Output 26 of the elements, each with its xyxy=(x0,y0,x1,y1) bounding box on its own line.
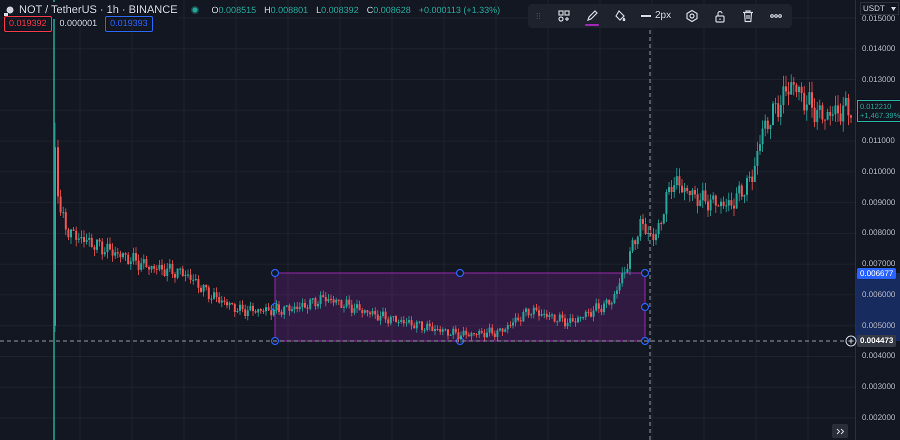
change-value: +0.000113 (+1.33%) xyxy=(418,4,500,17)
price-label: 0.004000 xyxy=(862,351,896,362)
spread-value: 0.000001 xyxy=(60,17,98,30)
price-label: 0.011000 xyxy=(862,136,895,146)
ohlc-value: C0.008628 xyxy=(366,4,411,16)
price-label: 0.009000 xyxy=(862,198,896,208)
price-label: 0.002000 xyxy=(862,413,896,423)
price-tag: 0.006677 xyxy=(857,268,896,279)
buy-price[interactable]: 0.019393 xyxy=(105,16,153,32)
symbol-title: NOT / TetherUS · 1h · BINANCE xyxy=(19,2,178,18)
ohlc-value: L0.008392 xyxy=(316,4,359,16)
ohlc-value: H0.008801 xyxy=(264,4,308,16)
crosshair-price-tag: 0.004473 xyxy=(857,335,896,347)
price-label: 0.015000 xyxy=(862,14,896,24)
price-label: 0.014000 xyxy=(862,44,896,54)
price-label: 0.003000 xyxy=(862,382,896,392)
price-label: 0.010000 xyxy=(862,166,896,177)
ohlc-value: O0.008515 xyxy=(212,4,256,16)
price-label: 0.013000 xyxy=(862,74,896,85)
line-width-button[interactable]: 2px xyxy=(638,5,674,27)
price-label: 0.007000 xyxy=(862,259,896,270)
currency-dropdown[interactable]: USDT xyxy=(860,2,899,15)
price-label: 0.006000 xyxy=(862,290,896,300)
sell-price[interactable]: 0.019392 xyxy=(4,16,52,32)
price-label: 0.005000 xyxy=(862,320,896,331)
price-label: 0.008000 xyxy=(862,228,896,238)
